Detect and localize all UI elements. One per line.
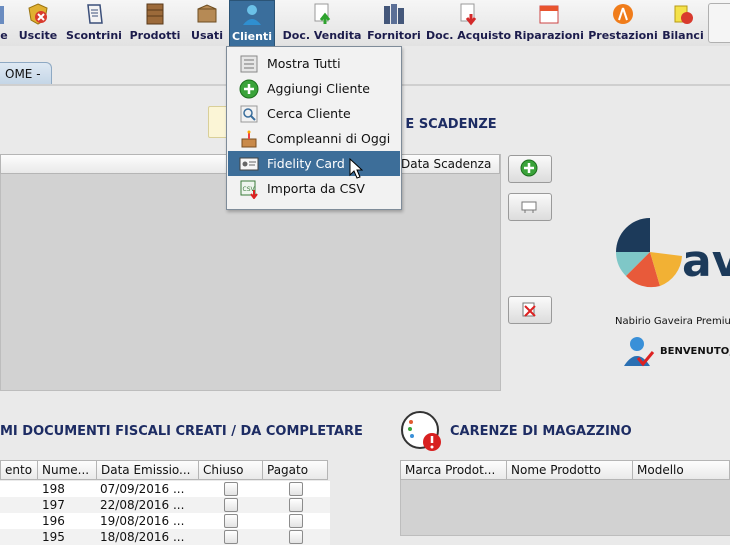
pagato-checkbox[interactable] [289, 498, 303, 512]
clienti-icon [243, 5, 261, 25]
pagato-checkbox[interactable] [289, 514, 303, 528]
toolbar-button-bilanci[interactable]: Bilanci [662, 0, 704, 45]
pagato-checkbox[interactable] [289, 482, 303, 496]
header-col-data-emissione[interactable]: Data Emissio... [96, 460, 199, 480]
delete-icon [522, 302, 536, 317]
header-col-marca-prodotto[interactable]: Marca Prodot... [400, 460, 507, 480]
menu-item-importa-da-csv[interactable]: CSV Importa da CSV [228, 176, 400, 201]
toolbar-button-uscite[interactable]: Uscite [18, 0, 58, 45]
header-col-pagato[interactable]: Pagato [262, 460, 328, 480]
id-card-icon [239, 157, 259, 171]
chiuso-checkbox[interactable] [224, 498, 238, 512]
pagato-checkbox[interactable] [289, 530, 303, 544]
toolbar-button-clienti[interactable]: Clienti [229, 0, 275, 47]
add-scadenza-button[interactable] [508, 155, 552, 183]
csv-import-icon: CSV [240, 180, 258, 199]
header-col-ento[interactable]: ento [0, 460, 38, 480]
toolbar-button-doc-acquisto[interactable]: Doc. Acquisto [426, 0, 511, 45]
scadenze-title: E E SCADENZE [392, 117, 497, 132]
toolbar-button-riparazioni[interactable]: Riparazioni [514, 0, 584, 45]
toolbar-button-prodotti[interactable]: Prodotti [128, 0, 182, 45]
header-col-chiuso[interactable]: Chiuso [198, 460, 263, 480]
table-row[interactable]: 197 22/08/2016 ... [0, 497, 330, 513]
uscite-icon [28, 3, 48, 25]
menu-item-mostra-tutti[interactable]: Mostra Tutti [228, 51, 400, 76]
carenze-title: CARENZE DI MAGAZZINO [450, 424, 632, 439]
toolbar-button-doc-vendita[interactable]: Doc. Vendita [282, 0, 362, 45]
header-col-numero[interactable]: Nume... [37, 460, 97, 480]
user-icon [624, 337, 655, 367]
birthday-cake-icon [241, 130, 257, 148]
header-data-scadenza[interactable]: Data Scadenza [396, 154, 500, 174]
table-row[interactable]: 196 19/08/2016 ... [0, 513, 330, 529]
toolbar-button-fornitori[interactable]: Fornitori [366, 0, 422, 45]
chiuso-checkbox[interactable] [224, 482, 238, 496]
toolbar-button-usati[interactable]: Usati [188, 0, 226, 45]
menu-item-aggiungi-cliente[interactable]: Aggiungi Cliente [228, 76, 400, 101]
delete-scadenza-button[interactable] [508, 296, 552, 324]
header-col-modello[interactable]: Modello [632, 460, 730, 480]
list-icon [240, 55, 258, 73]
menu-item-compleanni-di-oggi[interactable]: Compleanni di Oggi [228, 126, 400, 151]
usati-icon [197, 4, 217, 23]
riparazioni-icon [539, 5, 559, 24]
doc-vendita-icon [314, 3, 331, 24]
welcome-text: BENVENUTO, [660, 346, 730, 357]
scontrini-icon [87, 4, 103, 24]
bilanci-icon [674, 5, 693, 24]
carenze-table[interactable] [400, 478, 730, 536]
owner-name: Nabirio Gaveira Premium [615, 316, 730, 327]
main-toolbar: e Uscite Scontrini Prodotti Usati Client… [0, 0, 730, 47]
toolbar-button-more[interactable] [708, 3, 730, 43]
menu-item-fidelity-card[interactable]: Fidelity Card [228, 151, 400, 176]
toolbar-button-scontrini[interactable]: Scontrini [66, 0, 122, 45]
fornitori-icon [384, 4, 404, 24]
doc-acquisto-icon [460, 3, 477, 26]
mouse-cursor-icon [349, 158, 363, 179]
search-icon [240, 105, 258, 123]
toolbar-button-partial[interactable]: e [0, 0, 10, 45]
gaveira-logo: av [616, 218, 730, 288]
plus-icon [520, 159, 538, 177]
chiuso-checkbox[interactable] [224, 530, 238, 544]
chiuso-checkbox[interactable] [224, 514, 238, 528]
logo-text: av [682, 236, 730, 287]
clienti-menu: Mostra Tutti Aggiungi Cliente Cerca Clie… [226, 46, 402, 210]
edit-scadenza-button[interactable] [508, 193, 552, 221]
prestazioni-icon [613, 4, 633, 24]
toolbar-button-prestazioni[interactable]: Prestazioni [588, 0, 658, 45]
table-row[interactable]: 195 18/08/2016 ... [0, 529, 330, 545]
carenze-icon [401, 411, 441, 451]
menu-item-cerca-cliente[interactable]: Cerca Cliente [228, 101, 400, 126]
table-row[interactable]: 198 07/09/2016 ... [0, 481, 330, 497]
tab-home[interactable]: OME - [0, 62, 52, 85]
documenti-title: MI DOCUMENTI FISCALI CREATI / DA COMPLET… [0, 424, 363, 439]
document-edit-icon [521, 201, 537, 213]
header-col-nome-prodotto[interactable]: Nome Prodotto [506, 460, 633, 480]
plus-icon [239, 79, 259, 99]
prodotti-icon [146, 3, 164, 25]
